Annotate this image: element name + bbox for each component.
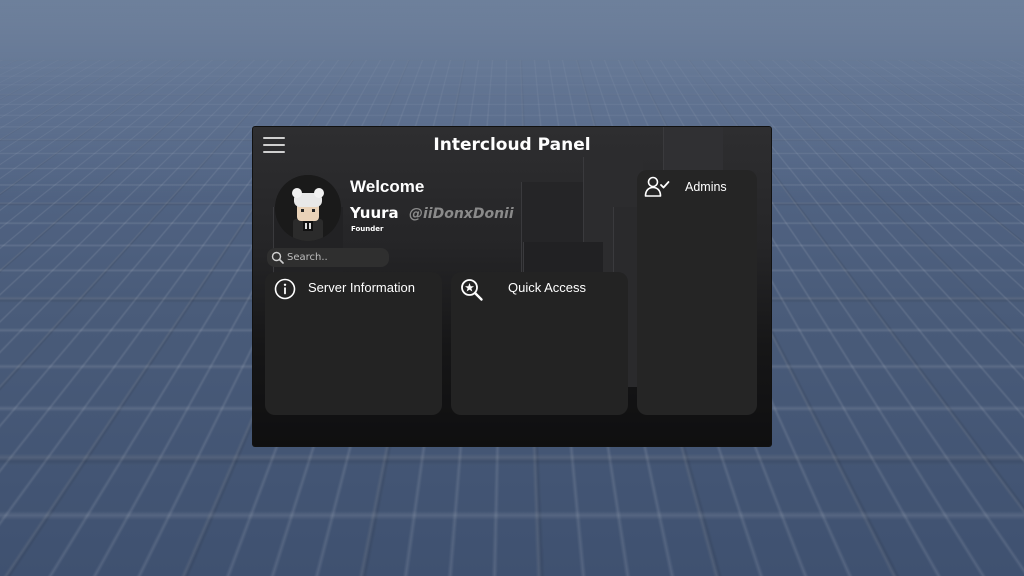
star-magnifier-icon xyxy=(461,279,483,301)
search-bar xyxy=(267,248,389,267)
info-circle-icon xyxy=(274,278,296,300)
user-check-icon xyxy=(644,176,670,197)
admins-label: Admins xyxy=(685,180,727,194)
quick-access-card[interactable]: Quick Access xyxy=(451,272,628,415)
panel-title: Intercloud Panel xyxy=(433,135,591,155)
user-handle: @iiDonxDonii xyxy=(409,206,514,222)
admins-card[interactable]: Admins xyxy=(637,170,757,415)
intercloud-panel: Intercloud Panel Welcome Yuura @iiDonxDo… xyxy=(253,127,771,446)
search-input[interactable] xyxy=(287,249,385,266)
search-icon xyxy=(271,251,284,264)
user-display-name: Yuura xyxy=(350,204,399,222)
server-information-label: Server Information xyxy=(308,280,415,295)
quick-access-label: Quick Access xyxy=(508,280,587,295)
welcome-heading: Welcome xyxy=(350,177,425,196)
user-role: Founder xyxy=(351,225,384,233)
avatar xyxy=(275,175,341,241)
server-information-card[interactable]: Server Information xyxy=(265,272,442,415)
